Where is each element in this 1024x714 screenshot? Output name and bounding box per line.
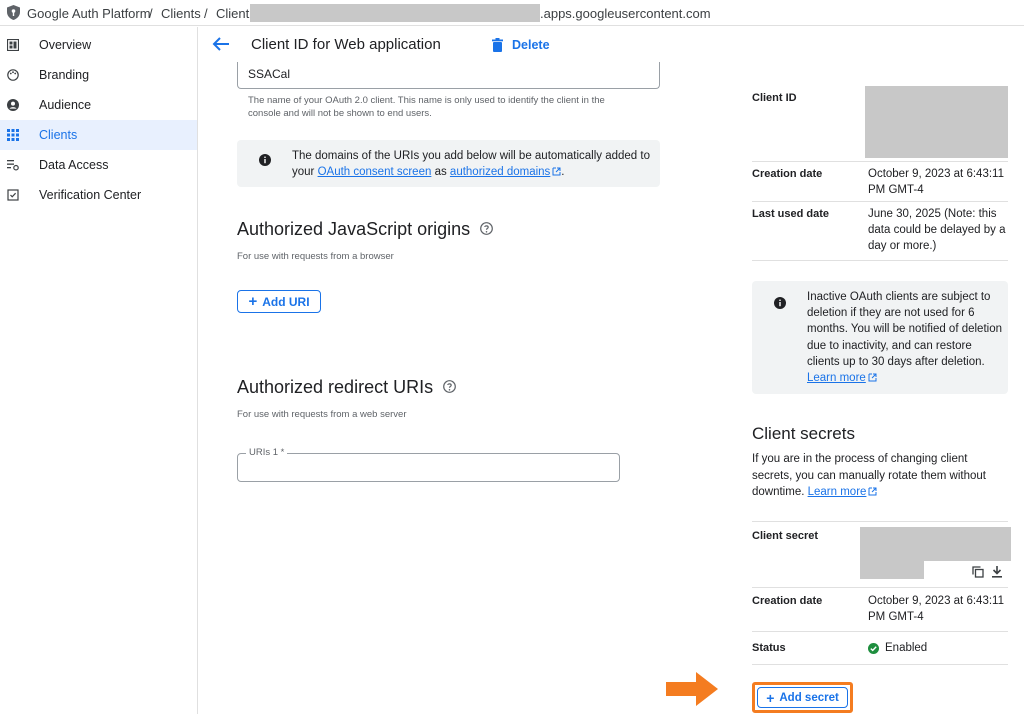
help-icon[interactable] (443, 380, 456, 393)
sidebar-item-label: Verification Center (39, 188, 142, 202)
delete-label: Delete (512, 38, 550, 52)
checkbox-icon (7, 189, 19, 201)
external-link-icon (868, 487, 877, 496)
divider (752, 161, 1008, 162)
breadcrumb-client-suffix: .apps.googleusercontent.com (540, 6, 711, 21)
redirect-uris-subtitle: For use with requests from a web server (237, 409, 407, 420)
sidebar-item-label: Clients (39, 128, 78, 142)
help-icon[interactable] (480, 222, 494, 235)
sidebar-item-label: Audience (39, 98, 92, 112)
creation-date-value: October 9, 2023 at 6:43:11 PM GMT-4 (868, 168, 1004, 196)
divider (752, 201, 1008, 202)
info-text-part: . (561, 166, 565, 178)
sidebar: Overview Branding Audience Clients Data … (0, 27, 198, 714)
client-secret-label: Client secret (752, 530, 819, 542)
annotation-arrow-icon (666, 672, 718, 706)
sidebar-item-label: Branding (39, 68, 90, 82)
status-value: Enabled (885, 642, 928, 654)
client-name-hint: The name of your OAuth 2.0 client. This … (248, 95, 605, 119)
add-secret-label: Add secret (779, 691, 839, 704)
breadcrumb-separator: / (149, 6, 153, 21)
js-origins-section: Authorized JavaScript origins (237, 219, 494, 240)
breadcrumb-separator: / (204, 6, 208, 21)
sidebar-item-audience[interactable]: Audience (0, 90, 197, 120)
divider (752, 521, 1008, 522)
breadcrumb-bar: Google Auth Platform / Clients / Client … (0, 0, 1024, 26)
creation-date-label: Creation date (752, 168, 823, 180)
breadcrumb-client-prefix: Client (216, 6, 250, 21)
info-icon (259, 154, 271, 166)
redirect-uris-title: Authorized redirect URIs (237, 377, 434, 397)
add-uri-label: Add URI (262, 294, 310, 309)
redirect-uris-section: Authorized redirect URIs (237, 377, 456, 398)
add-secret-button[interactable]: + Add secret (757, 687, 848, 708)
external-link-icon (868, 373, 877, 382)
sidebar-item-verification-center[interactable]: Verification Center (0, 180, 197, 210)
sidebar-item-label: Data Access (39, 158, 109, 172)
trash-icon (492, 38, 503, 52)
breadcrumb-clients[interactable]: Clients (161, 6, 201, 21)
annotation-highlight: + Add secret (752, 682, 853, 713)
inactive-notice-box: Inactive OAuth clients are subject to de… (752, 281, 1008, 394)
breadcrumb-platform[interactable]: Google Auth Platform (27, 6, 151, 21)
status-badge: Enabled (868, 640, 927, 656)
creation-date-value: October 9, 2023 at 6:43:11 PM GMT-4 (868, 595, 1004, 623)
redirect-uri-input[interactable]: URIs 1 * (237, 447, 620, 482)
add-uri-button[interactable]: + Add URI (237, 290, 321, 313)
js-origins-subtitle: For use with requests from a browser (237, 251, 394, 262)
redacted-client-id (250, 4, 540, 22)
last-used-value: June 30, 2025 (Note: this data could be … (868, 208, 1006, 252)
info-icon (774, 297, 786, 309)
data-settings-icon (7, 160, 19, 171)
shield-icon (7, 5, 20, 20)
oauth-consent-screen-link[interactable]: OAuth consent screen (318, 166, 432, 178)
domains-info-box: The domains of the URIs you add below wi… (237, 140, 660, 187)
divider (752, 260, 1008, 261)
download-icon[interactable] (991, 566, 1003, 578)
client-id-label: Client ID (752, 92, 797, 104)
external-link-icon (552, 167, 561, 176)
redacted-secret-value (860, 527, 1011, 561)
copy-icon[interactable] (972, 566, 984, 578)
dashboard-icon (7, 39, 19, 51)
sidebar-item-data-access[interactable]: Data Access (0, 150, 197, 180)
redacted-secret-value (860, 561, 924, 579)
client-secrets-title: Client secrets (752, 424, 855, 443)
client-secrets-desc: If you are in the process of changing cl… (752, 451, 1002, 501)
divider (752, 587, 1008, 588)
divider (752, 631, 1008, 632)
inactive-notice-body: Inactive OAuth clients are subject to de… (807, 291, 1002, 368)
page-title: Client ID for Web application (251, 36, 441, 53)
sidebar-item-label: Overview (39, 38, 92, 52)
creation-date-label: Creation date (752, 595, 823, 607)
js-origins-title: Authorized JavaScript origins (237, 219, 471, 239)
check-circle-icon (868, 642, 879, 654)
last-used-label: Last used date (752, 208, 830, 220)
info-text-part: as (431, 166, 450, 178)
divider (752, 664, 1008, 665)
learn-more-link[interactable]: Learn more (807, 372, 866, 384)
delete-button[interactable]: Delete (492, 36, 550, 54)
plus-icon: + (248, 293, 258, 310)
account-circle-icon (7, 99, 19, 111)
domains-info-text: The domains of the URIs you add below wi… (292, 148, 652, 180)
sidebar-item-clients[interactable]: Clients (0, 120, 197, 150)
status-label: Status (752, 642, 786, 654)
inactive-notice-text: Inactive OAuth clients are subject to de… (807, 289, 1003, 386)
redirect-uri-label: URIs 1 * (246, 447, 288, 458)
redacted-client-id-value (865, 86, 1008, 158)
learn-more-link[interactable]: Learn more (808, 486, 867, 498)
sidebar-item-branding[interactable]: Branding (0, 60, 197, 90)
authorized-domains-link[interactable]: authorized domains (450, 166, 550, 178)
palette-icon (7, 69, 19, 81)
back-arrow-icon[interactable] (212, 36, 230, 52)
grid-icon (7, 129, 19, 141)
sidebar-item-overview[interactable]: Overview (0, 30, 197, 60)
plus-icon: + (766, 689, 775, 706)
client-name-input[interactable]: SSACal (237, 62, 660, 89)
